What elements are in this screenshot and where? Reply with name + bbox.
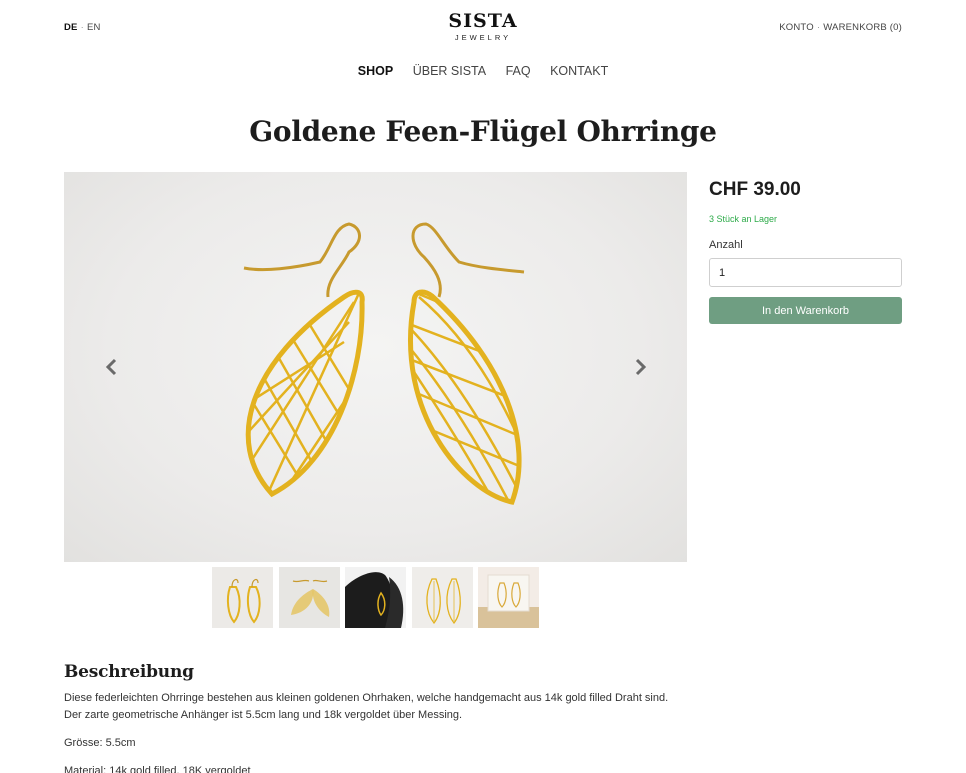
lang-en-link[interactable]: EN (87, 22, 101, 33)
separator: · (816, 22, 821, 33)
product-image-gallery (64, 172, 687, 562)
size-text: Grösse: 5.5cm (64, 737, 136, 749)
language-switcher: DE · EN (64, 22, 101, 33)
nav-item-contact[interactable]: KONTAKT (550, 64, 608, 78)
logo-subtitle: JEWELRY (454, 33, 512, 42)
chevron-right-icon (635, 358, 647, 376)
thumbnail-4[interactable] (412, 567, 473, 628)
material-text: Material: 14k gold filled, 18K vergoldet (64, 765, 251, 773)
add-to-cart-button[interactable]: In den Warenkorb (709, 297, 902, 324)
cart-link[interactable]: WARENKORB (0) (823, 22, 902, 33)
thumbnail-3[interactable] (345, 567, 406, 628)
site-header: DE · EN SISTA JEWELRY KONTO · WARENKORB (0) (0, 0, 966, 100)
stock-status: 3 Stück an Lager (709, 214, 778, 224)
lang-de-link[interactable]: DE (64, 22, 78, 33)
product-main-image (243, 222, 525, 505)
quantity-label: Anzahl (709, 239, 743, 251)
description-line-1: Diese federleichten Ohrringe bestehen au… (64, 692, 669, 704)
thumbnail-2[interactable] (279, 567, 340, 628)
nav-item-about[interactable]: ÜBER SISTA (413, 64, 486, 78)
thumbnail-image (279, 567, 340, 628)
main-nav: SHOP ÜBER SISTA FAQ KONTAKT (0, 64, 966, 78)
separator: · (80, 22, 84, 33)
account-link[interactable]: KONTO (779, 22, 814, 33)
gallery-prev-button[interactable] (102, 357, 122, 377)
nav-item-shop[interactable]: SHOP (358, 64, 393, 78)
thumbnail-image (478, 567, 539, 628)
account-links: KONTO · WARENKORB (0) (779, 22, 902, 33)
product-title: Goldene Feen-Flügel Ohrringe (249, 115, 717, 148)
site-logo[interactable]: SISTA JEWELRY (433, 10, 533, 42)
thumbnail-5[interactable] (478, 567, 539, 628)
thumbnail-1[interactable] (212, 567, 273, 628)
quantity-input[interactable] (709, 258, 902, 287)
description-section: Beschreibung Diese federleichten Ohrring… (64, 662, 764, 773)
chevron-left-icon (105, 358, 117, 376)
product-price: CHF 39.00 (709, 179, 801, 200)
gallery-next-button[interactable] (630, 357, 650, 377)
thumbnail-image (345, 567, 406, 628)
thumbnail-image (412, 567, 473, 628)
logo-brand: SISTA (448, 10, 518, 32)
purchase-panel: CHF 39.00 3 Stück an Lager Anzahl In den… (709, 172, 902, 324)
nav-item-faq[interactable]: FAQ (506, 64, 531, 78)
description-text: Diese federleichten Ohrringe bestehen au… (64, 690, 764, 724)
description-heading: Beschreibung (64, 662, 194, 682)
description-line-2: Der zarte geometrische Anhänger ist 5.5c… (64, 709, 463, 721)
thumbnail-image (212, 567, 273, 628)
